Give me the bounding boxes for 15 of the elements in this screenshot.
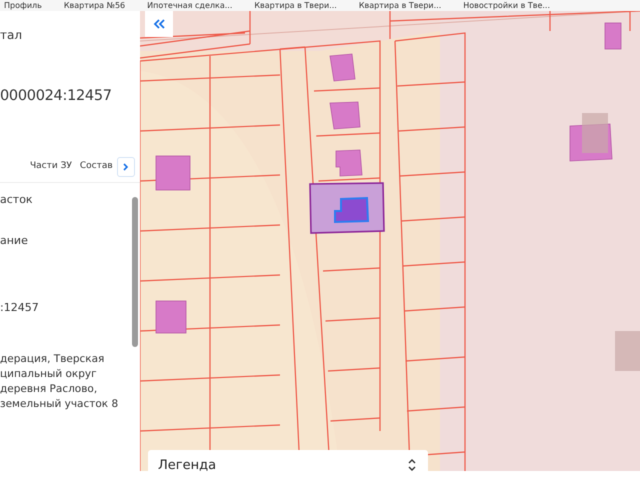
- address-text: дерация, Тверская ципальный округ деревня Раслово, земельный участок 8: [0, 352, 120, 412]
- bookmark-link[interactable]: Квартира в Твери...: [358, 0, 442, 10]
- bookmark-link[interactable]: Профиль: [4, 0, 42, 10]
- field-value: ание: [0, 234, 29, 249]
- tab[interactable]: Части ЗУ: [30, 158, 72, 176]
- bookmark-link[interactable]: Квартира №56: [64, 0, 126, 10]
- bookmark-link[interactable]: Квартира в Твери...: [254, 0, 337, 10]
- legend-label: Легенда: [158, 458, 216, 472]
- cadastral-number: 0000024:12457: [0, 88, 113, 104]
- bookmark-link[interactable]: Новостройки в Тве...: [463, 0, 550, 10]
- panel-heading: тал: [0, 27, 24, 42]
- bookmark-link[interactable]: Ипотечная сделка...: [147, 0, 232, 10]
- tab[interactable]: Состав: [80, 158, 113, 176]
- field-value: :12457: [0, 301, 40, 316]
- field-value: асток: [0, 193, 34, 208]
